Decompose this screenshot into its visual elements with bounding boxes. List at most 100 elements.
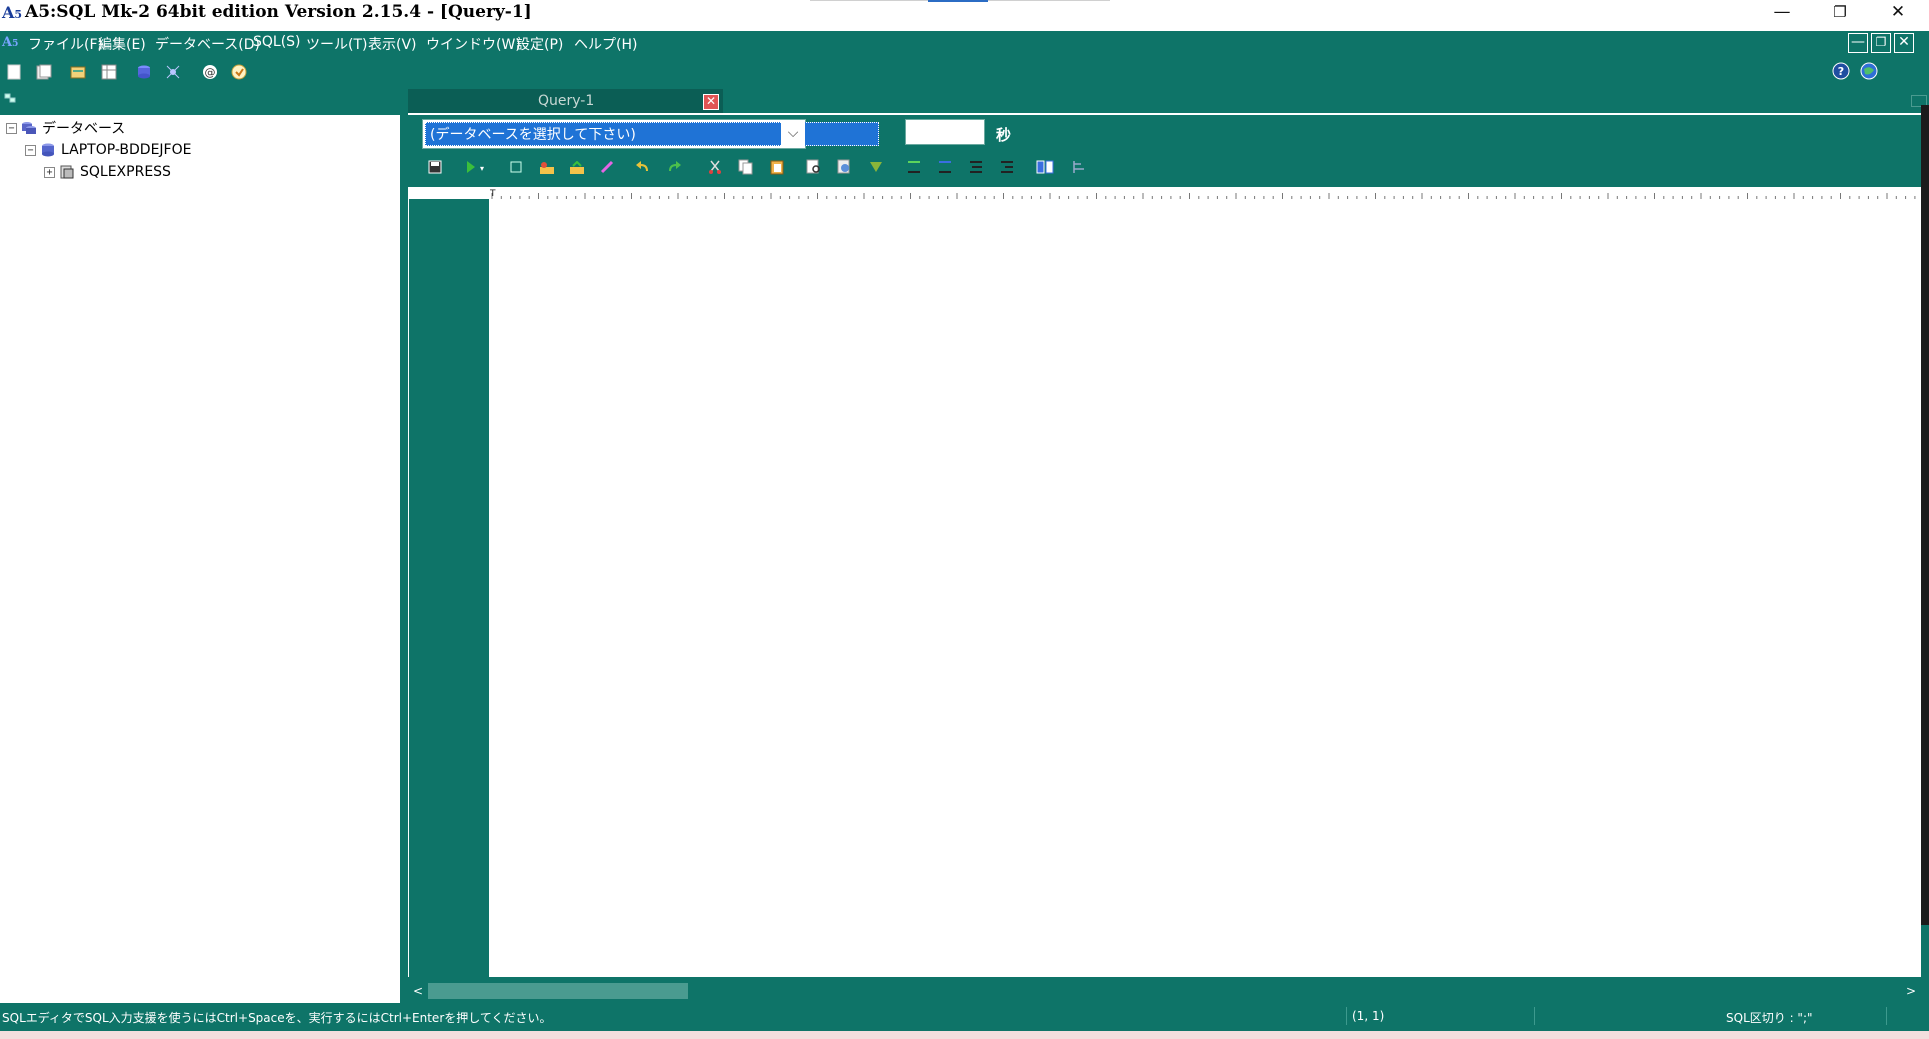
scroll-left-icon[interactable]: < xyxy=(410,982,426,1000)
menu-tools[interactable]: ツール(T) xyxy=(306,34,367,54)
databases-icon xyxy=(21,120,37,136)
chevron-down-icon[interactable]: ⌵ xyxy=(781,120,805,148)
tree-node-server[interactable]: − LAPTOP-BDDEJFOE xyxy=(25,140,191,160)
menu-settings[interactable]: 設定(P) xyxy=(516,34,563,54)
status-sql-delimiter: SQL区切り : ";" xyxy=(1726,1011,1813,1025)
server-database-icon xyxy=(40,142,56,158)
title-bar-accent xyxy=(928,0,988,2)
tree-node-instance[interactable]: + SQLEXPRESS xyxy=(44,162,171,182)
query-panel: Query-1 ✕ (データベースを選択して下さい) ⌵ 秒 ▾ T < > xyxy=(408,87,1929,1003)
close-button[interactable]: ✕ xyxy=(1869,0,1927,26)
copy-icon[interactable] xyxy=(737,158,755,176)
er-diagram-icon[interactable] xyxy=(164,63,182,81)
maximize-button[interactable]: ❐ xyxy=(1811,0,1869,26)
taskbar-edge xyxy=(0,1031,1929,1039)
ruler-caret: T xyxy=(489,189,496,199)
tree-label-instance: SQLEXPRESS xyxy=(80,164,171,180)
sql-analyze-icon[interactable] xyxy=(1070,158,1088,176)
svg-text:?: ? xyxy=(1838,65,1844,78)
title-bar: A5 A5:SQL Mk-2 64bit edition Version 2.1… xyxy=(0,0,1929,30)
seconds-label: 秒 xyxy=(996,126,1012,144)
status-hint: SQLエディタでSQL入力支援を使うにはCtrl+Spaceを、実行するにはCt… xyxy=(2,1011,552,1025)
layout-icon[interactable] xyxy=(1036,158,1054,176)
replace-icon[interactable] xyxy=(836,158,854,176)
at-sign-icon[interactable]: @ xyxy=(201,63,219,81)
editor-toolbar: ▾ xyxy=(408,153,1929,181)
tab-query-1[interactable]: Query-1 ✕ xyxy=(408,89,723,113)
commit-icon[interactable] xyxy=(568,159,586,177)
menu-database[interactable]: データベース(D) xyxy=(155,34,260,54)
menu-bar: A5 ファイル(F) 編集(E) データベース(D) SQL(S) ツール(T)… xyxy=(0,31,1929,57)
database-tree: − データベース − LAPTOP-BDDEJFOE + SQLEXPRESS xyxy=(0,115,400,1003)
indent-icon[interactable] xyxy=(905,158,923,176)
menu-help[interactable]: ヘルプ(H) xyxy=(574,34,637,54)
svg-text:▾: ▾ xyxy=(480,164,484,173)
database-select-value: (データベースを選択して下さい) xyxy=(425,122,879,146)
vertical-scrollbar[interactable] xyxy=(1921,105,1929,925)
clear-icon[interactable] xyxy=(598,158,616,176)
explain-plan-icon[interactable] xyxy=(538,159,556,177)
menu-edit[interactable]: 編集(E) xyxy=(98,34,146,54)
format-icon[interactable] xyxy=(867,158,885,176)
tree-node-databases[interactable]: − データベース xyxy=(6,118,125,138)
scroll-right-icon[interactable]: > xyxy=(1903,982,1919,1000)
minimize-button[interactable]: — xyxy=(1753,0,1811,26)
line-number-gutter xyxy=(408,199,489,977)
tab-close-icon[interactable]: ✕ xyxy=(703,94,719,110)
status-bar: SQLエディタでSQL入力支援を使うにはCtrl+Spaceを、実行するにはCt… xyxy=(0,1003,1929,1031)
help-icon[interactable]: ? xyxy=(1832,62,1850,80)
menu-sql[interactable]: SQL(S) xyxy=(253,34,301,50)
outdent-icon[interactable] xyxy=(936,158,954,176)
window-title: A5:SQL Mk-2 64bit edition Version 2.15.4… xyxy=(25,2,532,22)
tree-toolbar xyxy=(0,87,402,115)
menu-window[interactable]: ウインドウ(W) xyxy=(426,34,521,54)
expand-icon[interactable]: + xyxy=(44,166,55,178)
instance-icon xyxy=(59,164,75,180)
table-editor-icon[interactable] xyxy=(100,63,118,81)
status-separator xyxy=(1886,1007,1887,1025)
mdi-restore-button[interactable]: ❐ xyxy=(1871,33,1891,53)
redo-icon[interactable] xyxy=(665,158,683,176)
collapse-icon[interactable]: − xyxy=(6,122,17,134)
svg-text:@: @ xyxy=(205,66,216,79)
tree-label-server: LAPTOP-BDDEJFOE xyxy=(61,142,192,158)
find-icon[interactable] xyxy=(805,158,823,176)
menu-view[interactable]: 表示(V) xyxy=(368,34,417,54)
database-list-icon[interactable] xyxy=(69,63,87,81)
plugin-icon[interactable] xyxy=(230,63,248,81)
status-cursor-position: (1, 1) xyxy=(1352,1009,1385,1023)
status-separator xyxy=(1346,1007,1347,1025)
tree-refresh-icon[interactable] xyxy=(4,92,16,104)
menu-file[interactable]: ファイル(F) xyxy=(28,34,103,54)
tab-strip: Query-1 ✕ xyxy=(408,87,1929,115)
paste-icon[interactable] xyxy=(768,158,786,176)
horizontal-scroll-thumb[interactable] xyxy=(428,983,688,999)
database-icon[interactable] xyxy=(135,63,153,81)
horizontal-scrollbar[interactable]: < > xyxy=(408,982,1921,1000)
editor-ruler: T xyxy=(408,187,1921,199)
tab-query-1-label: Query-1 xyxy=(538,93,595,109)
cut-icon[interactable] xyxy=(706,158,724,176)
mdi-minimize-button[interactable]: — xyxy=(1848,33,1868,53)
main-toolbar: @ ? xyxy=(0,57,1929,87)
app-logo-icon: A5 xyxy=(2,3,23,22)
timeout-input[interactable] xyxy=(905,119,985,145)
sql-editor[interactable] xyxy=(489,199,1921,977)
stop-icon[interactable] xyxy=(507,158,525,176)
database-select[interactable]: (データベースを選択して下さい) ⌵ xyxy=(422,119,879,149)
undo-icon[interactable] xyxy=(634,158,652,176)
uncomment-icon[interactable] xyxy=(998,158,1016,176)
tree-label-databases: データベース xyxy=(42,121,126,137)
save-icon[interactable] xyxy=(426,158,444,176)
panel-splitter[interactable] xyxy=(400,87,408,1003)
collapse-icon[interactable]: − xyxy=(25,144,36,156)
comment-icon[interactable] xyxy=(967,158,985,176)
open-file-icon[interactable] xyxy=(35,63,53,81)
new-query-icon[interactable] xyxy=(5,63,23,81)
status-separator xyxy=(1534,1007,1535,1025)
globe-icon[interactable] xyxy=(1860,62,1878,80)
mdi-app-icon[interactable]: A5 xyxy=(2,35,24,53)
ruler-ticks: T xyxy=(489,189,1916,199)
run-query-icon[interactable]: ▾ xyxy=(464,158,490,176)
mdi-close-button[interactable]: ✕ xyxy=(1894,33,1914,53)
